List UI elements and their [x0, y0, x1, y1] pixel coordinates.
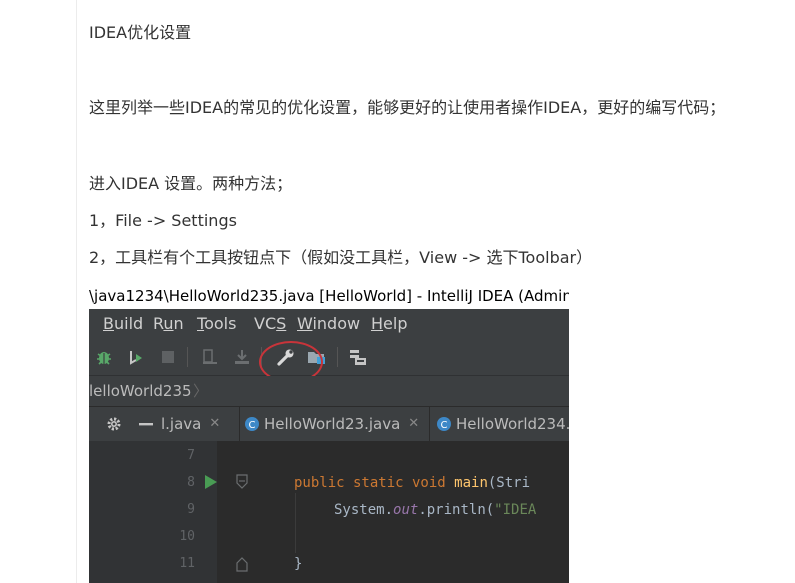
code-line-11: }: [294, 556, 303, 572]
tab-label: HelloWorld23.java: [264, 415, 401, 433]
article-heading: IDEA优化设置: [89, 23, 192, 42]
tab-label: HelloWorld234.: [456, 415, 569, 433]
run-arrow-icon[interactable]: [203, 473, 219, 491]
editor-tab[interactable]: C HelloWorld23.java ✕: [239, 407, 424, 441]
close-icon[interactable]: ✕: [209, 407, 220, 441]
menu-tools[interactable]: Tools: [197, 309, 236, 339]
main-toolbar: [89, 339, 569, 376]
left-margin: [0, 0, 77, 583]
line-number: 9: [187, 502, 195, 517]
navigation-bar: lelloWorld235 〉: [89, 376, 569, 407]
article-method-1: 1，File -> Settings: [89, 211, 237, 230]
menu-window[interactable]: Window: [297, 309, 360, 339]
debug-bug-icon[interactable]: [93, 346, 115, 368]
close-icon[interactable]: ✕: [408, 407, 419, 441]
breadcrumb[interactable]: lelloWorld235: [89, 376, 192, 406]
line-number: 11: [179, 556, 195, 571]
ide-screenshot: \java1234\HelloWorld235.java [HelloWorld…: [89, 283, 569, 583]
menu-help[interactable]: Help: [371, 309, 407, 339]
indent-guide: [295, 493, 296, 553]
code-line-9: System.out.println("IDEA: [334, 502, 537, 518]
editor-tab[interactable]: C HelloWorld234.: [429, 407, 569, 441]
editor-tab[interactable]: l.java ✕: [161, 407, 220, 441]
toolbar-separator: [337, 347, 338, 367]
svg-text:C: C: [441, 420, 448, 431]
fold-icon[interactable]: [235, 473, 249, 491]
editor-tab-bar: l.java ✕ C HelloWorld23.java ✕ C HelloWo…: [89, 407, 569, 442]
java-class-icon: C: [245, 417, 259, 431]
java-class-icon: C: [437, 417, 451, 431]
menu-vcs[interactable]: VCS: [254, 309, 286, 339]
project-structure-icon[interactable]: [199, 346, 221, 368]
sdk-icon[interactable]: [231, 346, 253, 368]
tool-window-strip: [89, 441, 165, 583]
gear-icon[interactable]: [103, 413, 125, 435]
coverage-icon[interactable]: [125, 346, 147, 368]
menu-build[interactable]: Build: [103, 309, 143, 339]
article-enter-settings: 进入IDEA 设置。两种方法；: [89, 174, 293, 193]
stop-icon[interactable]: [157, 346, 179, 368]
line-number: 8: [187, 475, 195, 490]
tab-label: l.java: [161, 415, 202, 433]
svg-text:C: C: [249, 420, 256, 431]
line-number: 10: [179, 529, 195, 544]
code-line-8: public static void main(Stri: [294, 475, 531, 491]
chevron-right-icon: 〉: [193, 382, 209, 400]
article-method-2: 2，工具栏有个工具按钮点下（假如没工具栏，View -> 选下Toolbar）: [89, 248, 593, 267]
menu-run[interactable]: Run: [153, 309, 184, 339]
fold-icon[interactable]: [235, 555, 249, 573]
menu-bar: Build Run Tools VCS Window Help: [89, 309, 569, 339]
article-intro: 这里列举一些IDEA的常见的优化设置，能够更好的让使用者操作IDEA，更好的编写…: [89, 98, 726, 117]
window-title: \java1234\HelloWorld235.java [HelloWorld…: [89, 283, 569, 309]
line-number: 7: [187, 448, 195, 463]
minus-icon[interactable]: [135, 413, 157, 435]
toolbar-separator: [187, 347, 188, 367]
vcs-icon[interactable]: [347, 346, 369, 368]
